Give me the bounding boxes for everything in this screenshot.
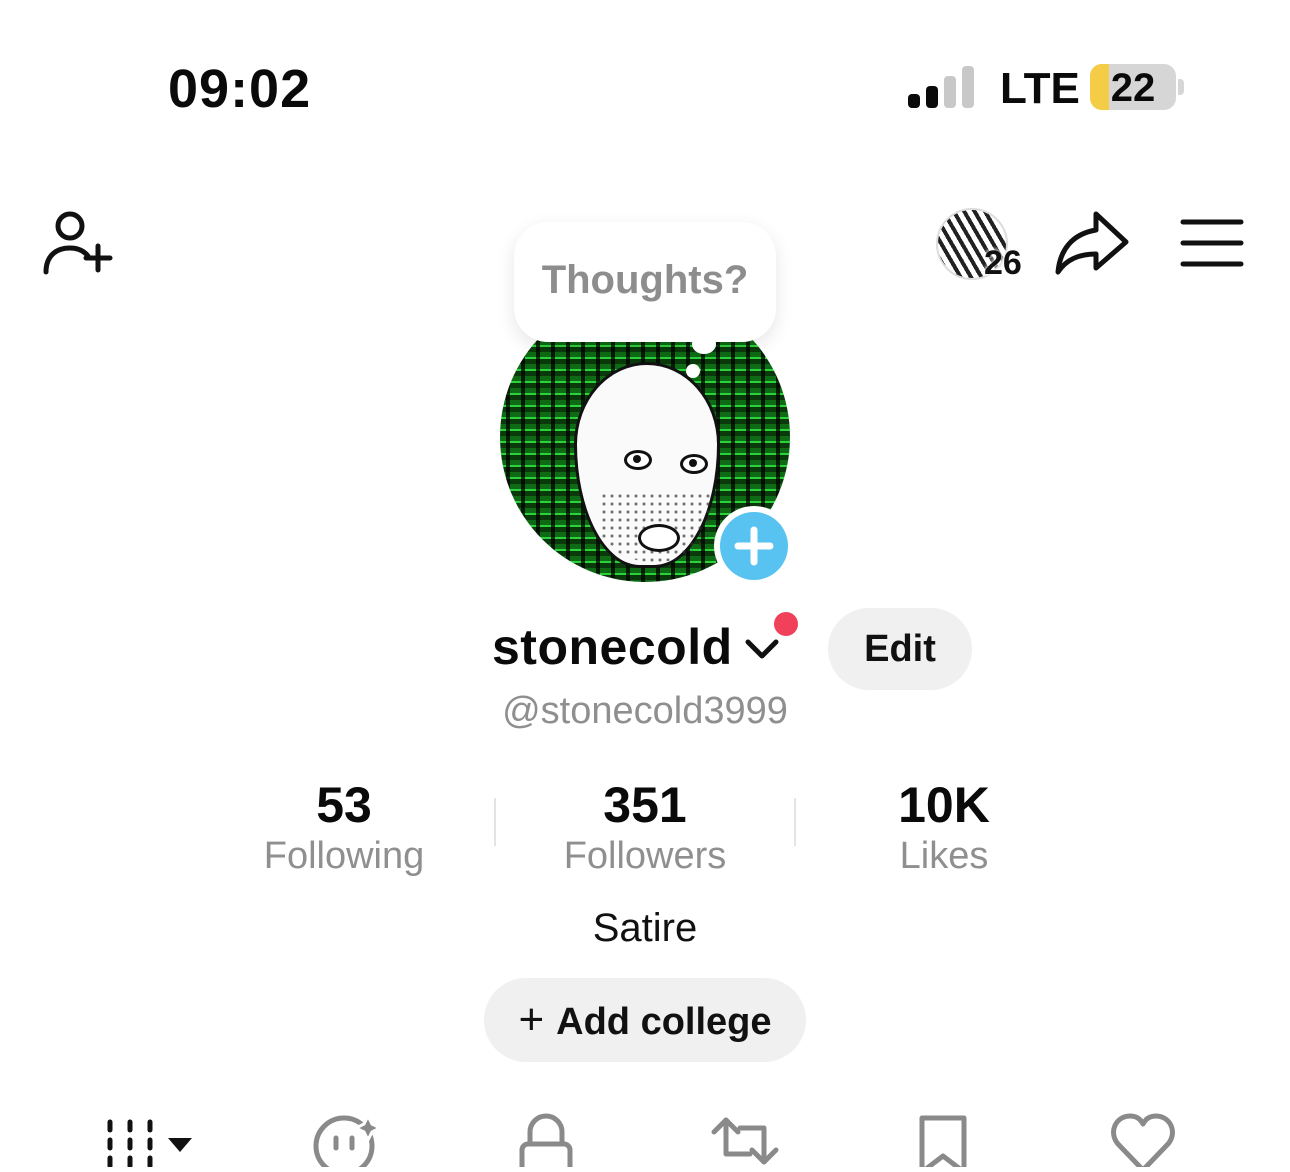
- lock-icon: [519, 1113, 573, 1172]
- menu-icon[interactable]: [1180, 218, 1244, 270]
- stat-following[interactable]: 53 Following: [194, 778, 494, 878]
- ai-self-icon: [313, 1112, 384, 1172]
- signal-strength-icon: [908, 66, 978, 108]
- add-college-button[interactable]: + Add college: [484, 978, 806, 1062]
- add-story-button[interactable]: [714, 506, 794, 586]
- profile-viewers-count: 26: [984, 244, 1022, 282]
- profile-viewers-button[interactable]: 26: [934, 208, 1022, 282]
- tab-ai-self[interactable]: [312, 1110, 384, 1172]
- tab-videos[interactable]: [104, 1110, 196, 1169]
- tab-reposts[interactable]: [710, 1110, 780, 1167]
- followers-label: Followers: [563, 835, 727, 877]
- battery-tip: [1178, 79, 1184, 95]
- stat-likes[interactable]: 10K Likes: [794, 778, 1094, 878]
- network-type: LTE: [1000, 64, 1080, 113]
- tab-favorites[interactable]: [916, 1110, 970, 1172]
- add-friend-icon[interactable]: [40, 208, 116, 278]
- likes-label: Likes: [899, 835, 989, 877]
- tab-liked[interactable]: [1110, 1110, 1176, 1172]
- profile-bio: Satire: [592, 906, 698, 950]
- bubble-tail-small: [686, 364, 700, 378]
- battery-level: 22: [1110, 66, 1156, 110]
- bubble-tail-large: [692, 334, 716, 354]
- battery-icon: 22: [1090, 64, 1176, 110]
- share-icon[interactable]: [1052, 208, 1132, 278]
- avatar-mouth: [638, 524, 680, 552]
- heart-icon: [1111, 1113, 1175, 1172]
- avatar-eye-right: [680, 454, 708, 474]
- following-count: 53: [316, 777, 372, 833]
- plus-icon: [734, 526, 774, 566]
- repost-icon: [711, 1117, 779, 1165]
- username-handle: @stonecold3999: [502, 690, 788, 732]
- add-college-label: Add college: [556, 1001, 772, 1043]
- grid-icon: [107, 1119, 192, 1169]
- edit-profile-button[interactable]: Edit: [828, 608, 972, 690]
- chevron-down-icon[interactable]: [744, 636, 780, 664]
- note-placeholder: Thoughts?: [541, 258, 749, 302]
- plus-icon: +: [518, 995, 545, 1044]
- display-name[interactable]: stonecold: [492, 618, 733, 676]
- followers-count: 351: [603, 777, 687, 833]
- status-time: 09:02: [168, 59, 312, 119]
- avatar-eye-left: [624, 450, 652, 470]
- notification-dot: [774, 612, 798, 636]
- tab-private[interactable]: [516, 1110, 576, 1172]
- following-label: Following: [263, 835, 425, 877]
- likes-count: 10K: [898, 777, 990, 833]
- bookmark-icon: [919, 1115, 967, 1172]
- stat-followers[interactable]: 351 Followers: [495, 778, 795, 878]
